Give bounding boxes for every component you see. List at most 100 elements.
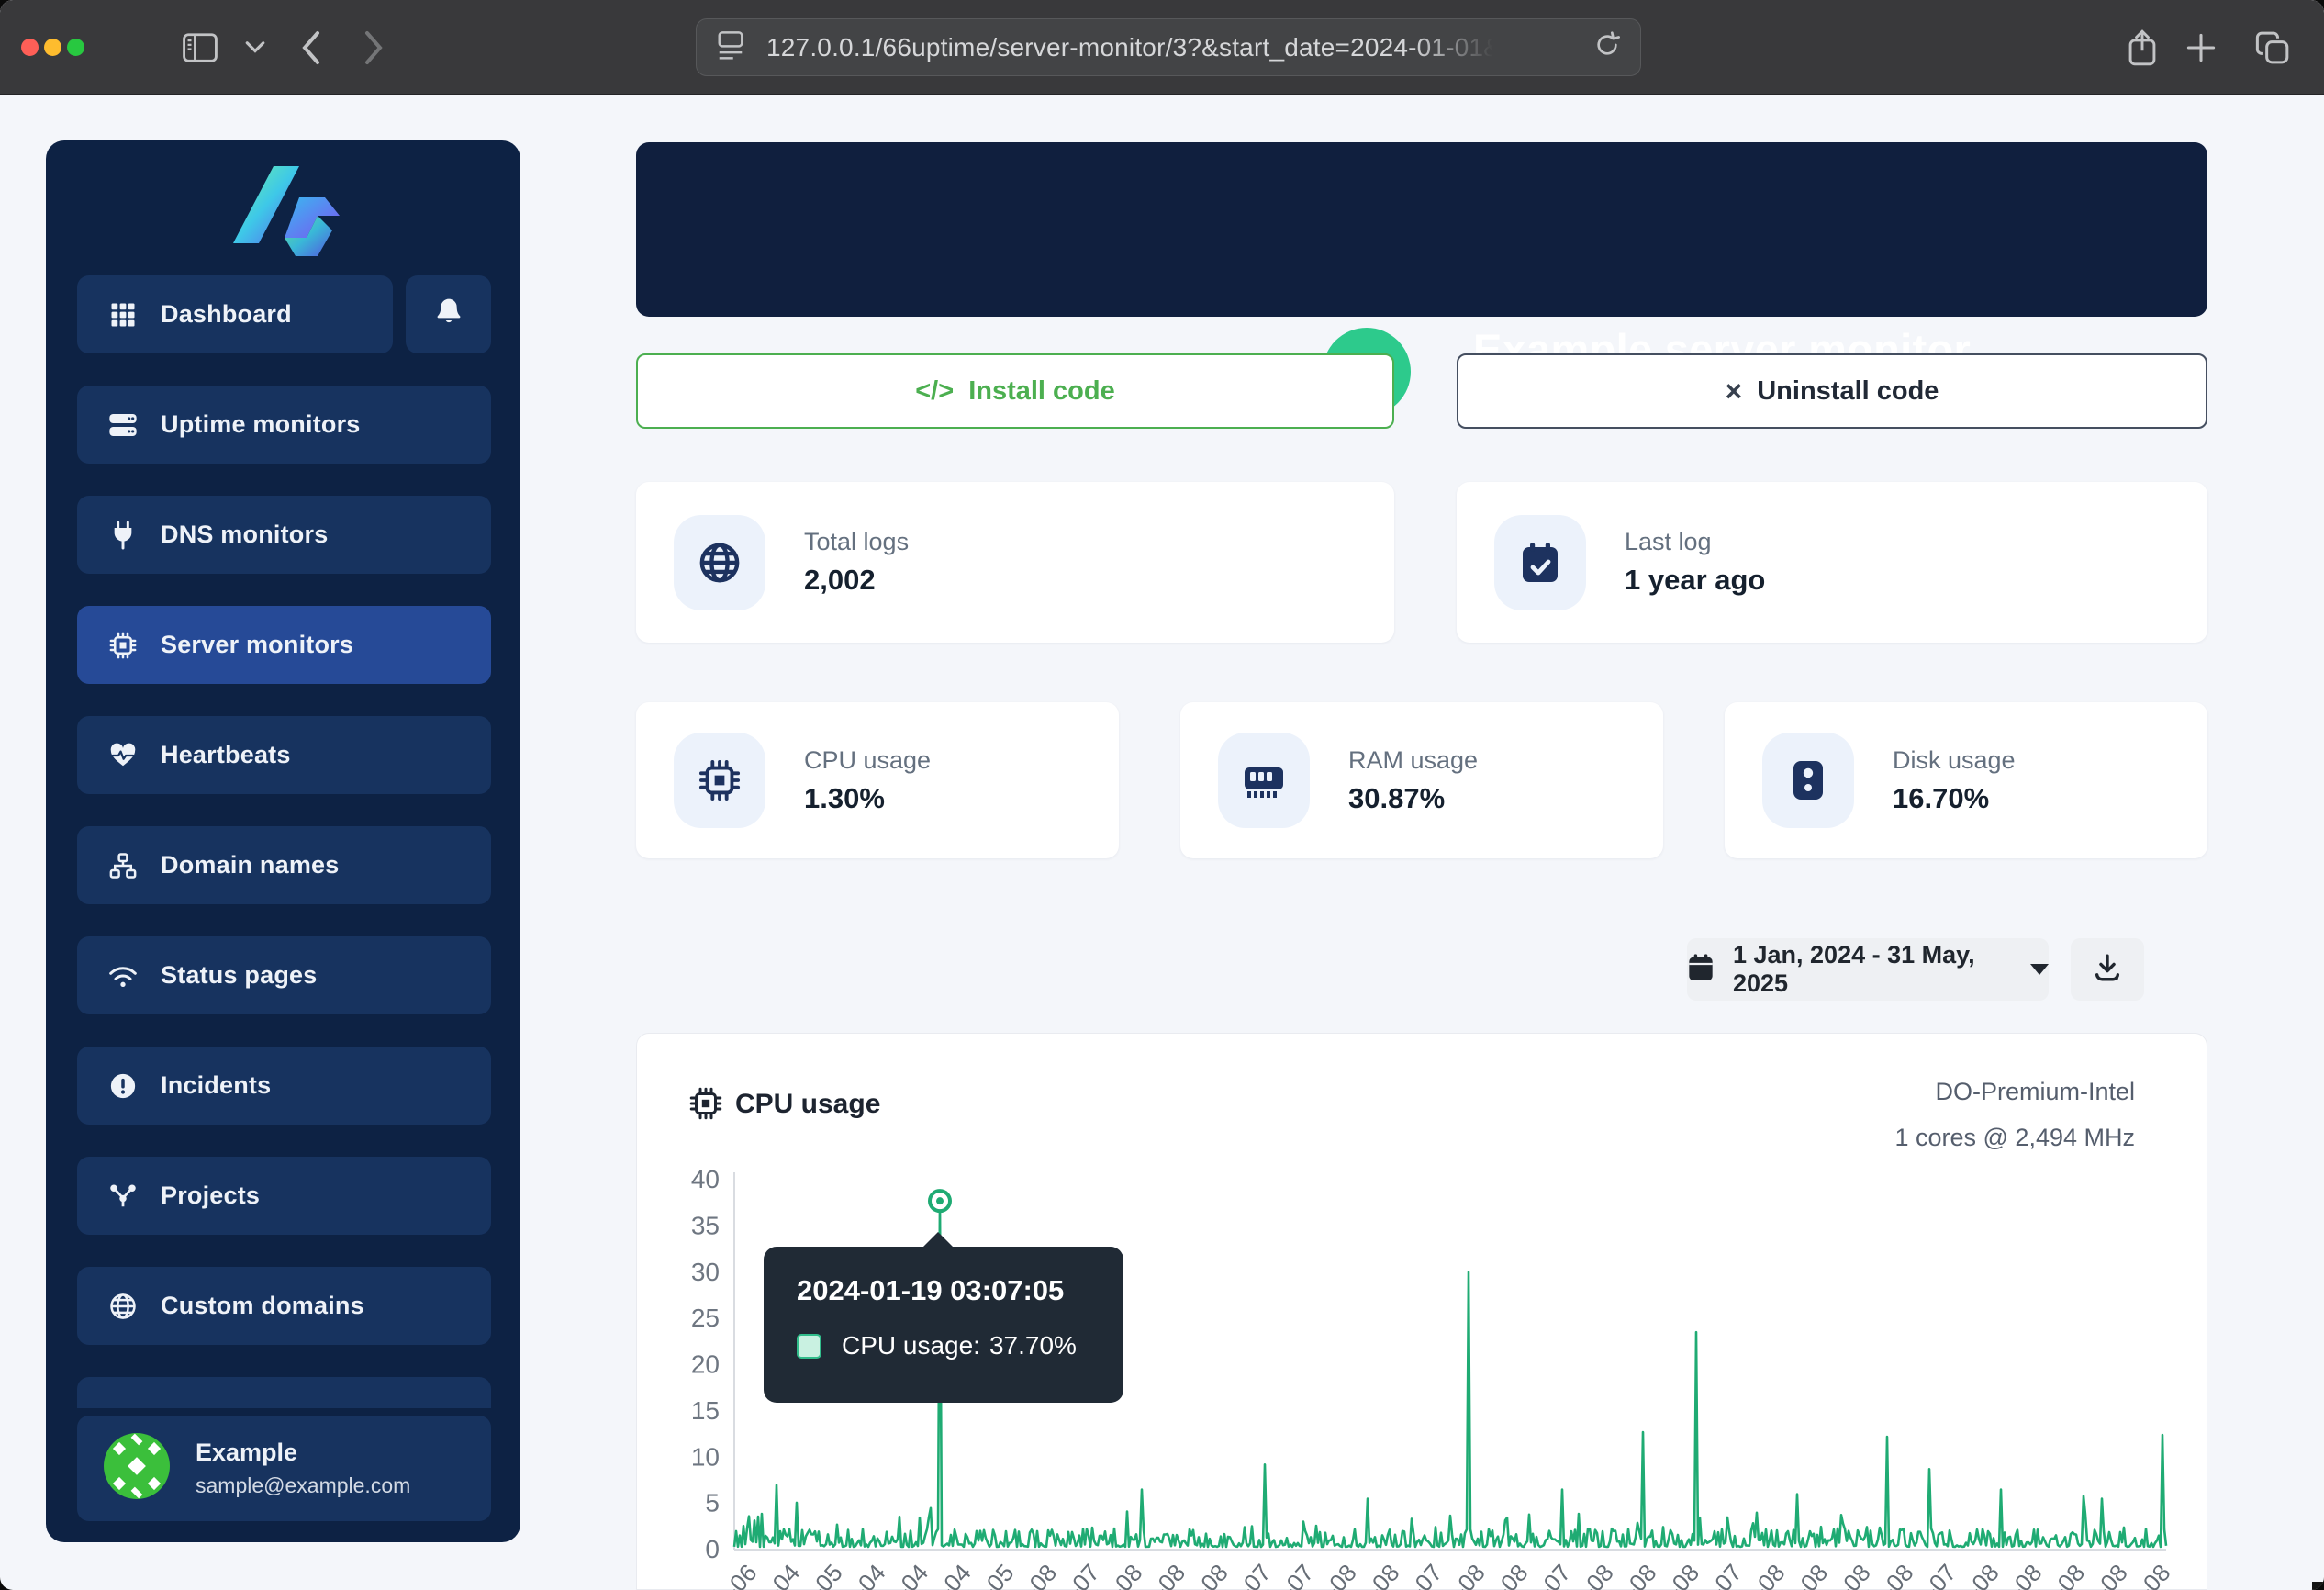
svg-text:-07: -07 (1918, 1559, 1961, 1590)
browser-chrome: 127.0.0.1/66uptime/server-monitor/3?&sta… (0, 0, 2324, 95)
stat-value: 30.87% (1348, 782, 1478, 815)
sidebar-item-dashboard[interactable]: Dashboard (77, 275, 393, 353)
sidebar-item-projects[interactable]: Projects (77, 1157, 491, 1235)
sidebar-item-uptime-monitors[interactable]: Uptime monitors (77, 386, 491, 464)
ram-icon (1218, 733, 1310, 828)
svg-text:-08: -08 (1832, 1559, 1875, 1590)
tooltip-series-value: 37.70% (989, 1331, 1077, 1360)
forward-icon[interactable] (351, 24, 398, 72)
browser-window: 127.0.0.1/66uptime/server-monitor/3?&sta… (0, 0, 2324, 1590)
user-name: Example (196, 1439, 410, 1467)
sidebar-item-dns-monitors[interactable]: DNS monitors (77, 496, 491, 574)
stat-value: 1.30% (804, 782, 931, 815)
svg-text:-04: -04 (933, 1559, 976, 1590)
date-range-picker[interactable]: 1 Jan, 2024 - 31 May, 2025 (1687, 938, 2049, 1001)
chart-tooltip: 2024-01-19 03:07:05 CPU usage: 37.70% (764, 1247, 1123, 1403)
url-bar[interactable]: 127.0.0.1/66uptime/server-monitor/3?&sta… (696, 18, 1641, 76)
share-nodes-icon (107, 1181, 139, 1212)
stat-card-last-log: Last log 1 year ago (1457, 482, 2207, 643)
sidebar-item-label: Server monitors (161, 631, 353, 659)
sidebar-item-partial (77, 1377, 491, 1408)
download-button[interactable] (2071, 938, 2144, 1001)
sidebar-item-label: Custom domains (161, 1292, 364, 1320)
svg-text:-07: -07 (1233, 1559, 1276, 1590)
sidebar-item-server-monitors[interactable]: Server monitors (77, 606, 491, 684)
user-card[interactable]: Example sample@example.com (77, 1416, 491, 1521)
svg-text:-07: -07 (1704, 1559, 1747, 1590)
avatar (104, 1433, 170, 1504)
sitemap-icon (107, 850, 139, 881)
sidebar-item-custom-domains[interactable]: Custom domains (77, 1267, 491, 1345)
stat-card-disk: Disk usage 16.70% (1725, 702, 2207, 858)
svg-text:30: 30 (691, 1258, 720, 1286)
new-tab-icon[interactable] (2177, 24, 2225, 72)
tooltip-series-label: CPU usage: (842, 1331, 980, 1360)
stat-card-total-logs: Total logs 2,002 (636, 482, 1394, 643)
close-icon: × (1726, 375, 1743, 409)
alert-circle-icon (107, 1070, 139, 1102)
app-logo (228, 161, 341, 272)
server-stack-icon (107, 409, 139, 441)
sidebar-item-label: Incidents (161, 1071, 271, 1100)
sidebar-item-incidents[interactable]: Incidents (77, 1047, 491, 1125)
svg-text:-05: -05 (976, 1559, 1019, 1590)
install-code-button[interactable]: </> Install code (636, 353, 1394, 429)
svg-text:25: 25 (691, 1304, 720, 1332)
stat-value: 1 year ago (1625, 564, 1765, 597)
svg-text:-07: -07 (1404, 1559, 1447, 1590)
svg-text:10: 10 (691, 1442, 720, 1471)
sidebar-item-heartbeats[interactable]: Heartbeats (77, 716, 491, 794)
sidebar-item-label: Uptime monitors (161, 410, 361, 439)
svg-text:-08: -08 (1104, 1559, 1147, 1590)
code-icon: </> (915, 376, 954, 407)
stat-label: Disk usage (1893, 746, 2016, 775)
sidebar-item-label: Domain names (161, 851, 339, 879)
date-range-label: 1 Jan, 2024 - 31 May, 2025 (1733, 941, 2010, 998)
svg-text:-04: -04 (762, 1559, 805, 1590)
signal-icon (107, 960, 139, 991)
svg-text:-04: -04 (890, 1559, 933, 1590)
minimize-window-button[interactable] (44, 39, 61, 56)
stat-label: Last log (1625, 528, 1765, 556)
notifications-button[interactable] (406, 275, 491, 353)
svg-text:-06: -06 (719, 1559, 762, 1590)
svg-text:-05: -05 (804, 1559, 847, 1590)
close-window-button[interactable] (21, 39, 39, 56)
sidebar-item-label: Projects (161, 1181, 260, 1210)
sidebar-item-status-pages[interactable]: Status pages (77, 936, 491, 1014)
globe-icon (674, 515, 765, 610)
svg-text:-08: -08 (1661, 1559, 1704, 1590)
url-text: 127.0.0.1/66uptime/server-monitor/3?&sta… (766, 33, 1501, 62)
uninstall-code-button[interactable]: × Uninstall code (1457, 353, 2207, 429)
stat-label: RAM usage (1348, 746, 1478, 775)
sidebar-item-label: Dashboard (161, 300, 292, 329)
stat-value: 16.70% (1893, 782, 2016, 815)
svg-text:0: 0 (705, 1535, 720, 1563)
svg-text:-08: -08 (2132, 1559, 2175, 1590)
chevron-down-icon[interactable] (231, 24, 279, 72)
calendar-check-icon (1494, 515, 1586, 610)
cpu-chip-icon (674, 733, 765, 828)
svg-text:20: 20 (691, 1350, 720, 1379)
sidebar-toggle-icon[interactable] (176, 24, 224, 72)
globe-icon (107, 1291, 139, 1322)
svg-text:40: 40 (691, 1165, 720, 1193)
sidebar: Dashboard Uptime monitors DNS monitors S… (46, 140, 520, 1542)
svg-text:-08: -08 (1875, 1559, 1918, 1590)
caret-down-icon (2030, 964, 2049, 975)
svg-text:15: 15 (691, 1396, 720, 1425)
reload-icon[interactable] (1592, 30, 1622, 64)
share-icon[interactable] (2118, 24, 2166, 72)
stat-label: Total logs (804, 528, 909, 556)
tab-overview-icon[interactable] (2249, 24, 2296, 72)
sidebar-item-domain-names[interactable]: Domain names (77, 826, 491, 904)
sidebar-item-label: Heartbeats (161, 741, 291, 769)
series-swatch (797, 1334, 821, 1359)
svg-text:-08: -08 (1447, 1559, 1490, 1590)
back-icon[interactable] (286, 24, 334, 72)
website-settings-icon[interactable] (717, 29, 744, 65)
plug-icon (107, 520, 139, 551)
stat-label: CPU usage (804, 746, 931, 775)
zoom-window-button[interactable] (67, 39, 84, 56)
svg-text:-08: -08 (1190, 1559, 1233, 1590)
